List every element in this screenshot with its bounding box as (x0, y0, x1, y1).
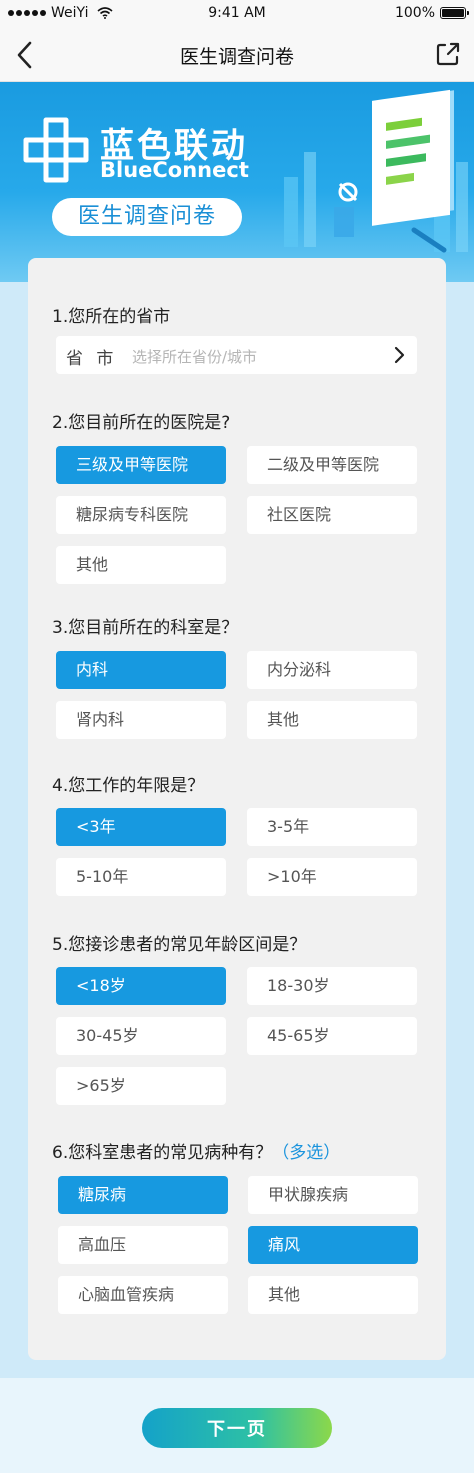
question-2-title: 2.您目前所在的医院是? (52, 413, 231, 433)
q2-option-secondary-hospital[interactable]: 二级及甲等医院 (247, 446, 417, 484)
q6-option-hypertension[interactable]: 高血压 (58, 1226, 228, 1264)
q4-option-under-3-years[interactable]: <3年 (56, 808, 226, 846)
q5-option-under-18[interactable]: <18岁 (56, 967, 226, 1005)
province-city-selector[interactable]: 省 市 选择所在省份/城市 (56, 336, 417, 374)
q3-option-nephrology[interactable]: 肾内科 (56, 701, 226, 739)
questionnaire-illustration-icon (284, 89, 468, 253)
q3-option-endocrinology[interactable]: 内分泌科 (247, 651, 417, 689)
battery-icon (440, 7, 469, 19)
q6-option-thyroid-disease[interactable]: 甲状腺疾病 (248, 1176, 418, 1214)
questionnaire-card: 1.您所在的省市 省 市 选择所在省份/城市 2.您目前所在的医院是? 三级及甲… (28, 258, 446, 1360)
q2-option-community-hospital[interactable]: 社区医院 (247, 496, 417, 534)
status-bar: WeiYi 9:41 AM 100% (0, 0, 474, 28)
question-1-title: 1.您所在的省市 (52, 307, 171, 327)
q5-option-30-45[interactable]: 30-45岁 (56, 1017, 226, 1055)
brand-name-en: BlueConnect (100, 158, 249, 182)
q2-option-other[interactable]: 其他 (56, 546, 226, 584)
q2-option-tertiary-hospital[interactable]: 三级及甲等医院 (56, 446, 226, 484)
q3-option-internal-medicine[interactable]: 内科 (56, 651, 226, 689)
survey-title-pill: 医生调查问卷 (52, 198, 242, 236)
q5-option-45-65[interactable]: 45-65岁 (247, 1017, 417, 1055)
battery-percent: 100% (394, 5, 435, 21)
q4-option-over-10-years[interactable]: >10年 (247, 858, 417, 896)
q2-option-diabetes-hospital[interactable]: 糖尿病专科医院 (56, 496, 226, 534)
share-icon[interactable] (434, 40, 462, 68)
next-page-button[interactable]: 下一页 (142, 1408, 332, 1448)
multi-select-label: （多选） (272, 1143, 341, 1163)
question-6-title: 6.您科室患者的常见病种有？（多选） (52, 1138, 340, 1163)
q5-option-18-30[interactable]: 18-30岁 (247, 967, 417, 1005)
back-arrow-icon[interactable] (12, 39, 40, 71)
province-city-label: 省 市 (66, 349, 118, 369)
banner: 蓝色联动 BlueConnect 医生调查问卷 (0, 82, 474, 282)
question-4-title: 4.您工作的年限是？ (52, 776, 205, 796)
q6-option-diabetes[interactable]: 糖尿病 (58, 1176, 228, 1214)
blueconnect-logo-icon (23, 117, 89, 183)
question-5-title: 5.您接诊患者的常见年龄区间是？ (52, 935, 307, 955)
bottom-bar: 下一页 (0, 1378, 474, 1473)
q6-option-cardiovascular[interactable]: 心脑血管疾病 (58, 1276, 228, 1314)
province-city-placeholder: 选择所在省份/城市 (132, 348, 258, 366)
q6-option-other[interactable]: 其他 (248, 1276, 418, 1314)
page-title: 医生调查问卷 (179, 46, 294, 68)
q5-option-over-65[interactable]: >65岁 (56, 1067, 226, 1105)
chevron-right-icon (394, 346, 405, 364)
nav-bar: 医生调查问卷 (0, 28, 474, 82)
q4-option-5-10-years[interactable]: 5-10年 (56, 858, 226, 896)
q6-option-gout[interactable]: 痛风 (248, 1226, 418, 1264)
question-3-title: 3.您目前所在的科室是？ (52, 618, 239, 638)
q4-option-3-5-years[interactable]: 3-5年 (247, 808, 417, 846)
q3-option-other[interactable]: 其他 (247, 701, 417, 739)
question-6-text: 6.您科室患者的常见病种有？ (52, 1143, 273, 1163)
